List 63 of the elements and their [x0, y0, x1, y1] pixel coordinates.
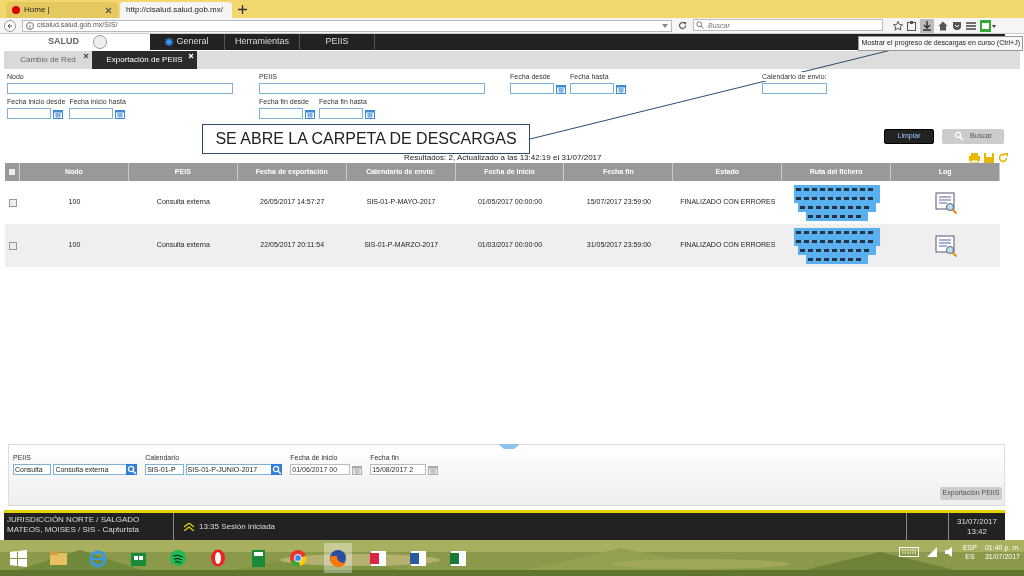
input-field[interactable]: [762, 83, 827, 94]
info-icon: [26, 21, 34, 30]
row-checkbox[interactable]: [8, 198, 17, 207]
home-icon[interactable]: [938, 20, 948, 31]
logo-text: SALUD: [48, 35, 79, 49]
log-icon[interactable]: [934, 191, 957, 214]
dropdown-icon[interactable]: [662, 23, 668, 28]
input-field[interactable]: [69, 108, 114, 119]
network-icon[interactable]: [926, 547, 937, 558]
browser-tab[interactable]: Home |: [6, 2, 118, 18]
browser-tab[interactable]: http://cisalud.salud.gob.mx/: [120, 2, 232, 18]
new-tab-icon[interactable]: [238, 5, 247, 14]
back-icon[interactable]: [4, 19, 16, 32]
extension-icon[interactable]: [980, 19, 996, 32]
favicon: [12, 6, 20, 14]
calendar-icon[interactable]: [305, 108, 315, 119]
app-tab[interactable]: Exportación de PEIIS: [92, 51, 197, 69]
calendar-icon: [427, 464, 438, 475]
download-icon[interactable]: [920, 18, 934, 33]
volume-icon[interactable]: [944, 547, 955, 558]
input-field[interactable]: [259, 108, 303, 119]
session-message: 13:35 Sesión iniciada: [199, 520, 276, 533]
app-tab[interactable]: Cambio de Red: [4, 51, 92, 69]
input-field[interactable]: [7, 83, 233, 94]
chevron-up-icon: [184, 522, 194, 531]
input-field[interactable]: [7, 108, 51, 119]
calendar-icon: [352, 464, 363, 475]
results-text: Resultados: 2, Actualizado a las 13:42:19 el 31/07/2017: [404, 151, 602, 164]
expand-tab-icon[interactable]: [498, 444, 520, 449]
input-field[interactable]: [259, 83, 485, 94]
windows-icon: [8, 548, 28, 568]
calendar-icon[interactable]: [115, 108, 126, 119]
calendar-icon[interactable]: [556, 83, 566, 94]
clipboard-icon[interactable]: [907, 20, 916, 31]
calendar-icon[interactable]: [365, 108, 375, 119]
print-icon[interactable]: [969, 152, 980, 163]
log-icon[interactable]: [934, 234, 957, 257]
reload-icon[interactable]: [678, 21, 687, 30]
menu-icon[interactable]: [966, 20, 976, 31]
search-icon: [696, 21, 704, 30]
refresh-icon[interactable]: [998, 152, 1008, 163]
calendar-icon[interactable]: [53, 108, 63, 119]
star-icon[interactable]: [893, 20, 903, 31]
callout-text: SE ABRE LA CARPETA DE DESCARGAS: [202, 124, 530, 154]
search-icon: [272, 465, 282, 474]
folder-icon: [48, 548, 68, 568]
calendar-icon[interactable]: [616, 83, 626, 94]
snowflake-icon: [165, 38, 174, 46]
input-field[interactable]: [510, 83, 554, 94]
search-button[interactable]: [126, 464, 138, 475]
keyboard-icon[interactable]: [898, 547, 919, 558]
search-icon: [954, 131, 965, 141]
taskbar-app[interactable]: [324, 543, 352, 573]
input-field[interactable]: [570, 83, 614, 94]
status-date: 31/07/2017: [956, 516, 997, 527]
row-checkbox[interactable]: [8, 241, 17, 250]
pocket-icon[interactable]: [952, 20, 962, 31]
status-time: 13:42: [967, 526, 987, 537]
select-all-checkbox[interactable]: [8, 168, 16, 176]
search-button[interactable]: [271, 464, 283, 475]
save-icon[interactable]: [984, 152, 994, 163]
input-field[interactable]: [319, 108, 363, 119]
search-icon: [127, 465, 137, 474]
